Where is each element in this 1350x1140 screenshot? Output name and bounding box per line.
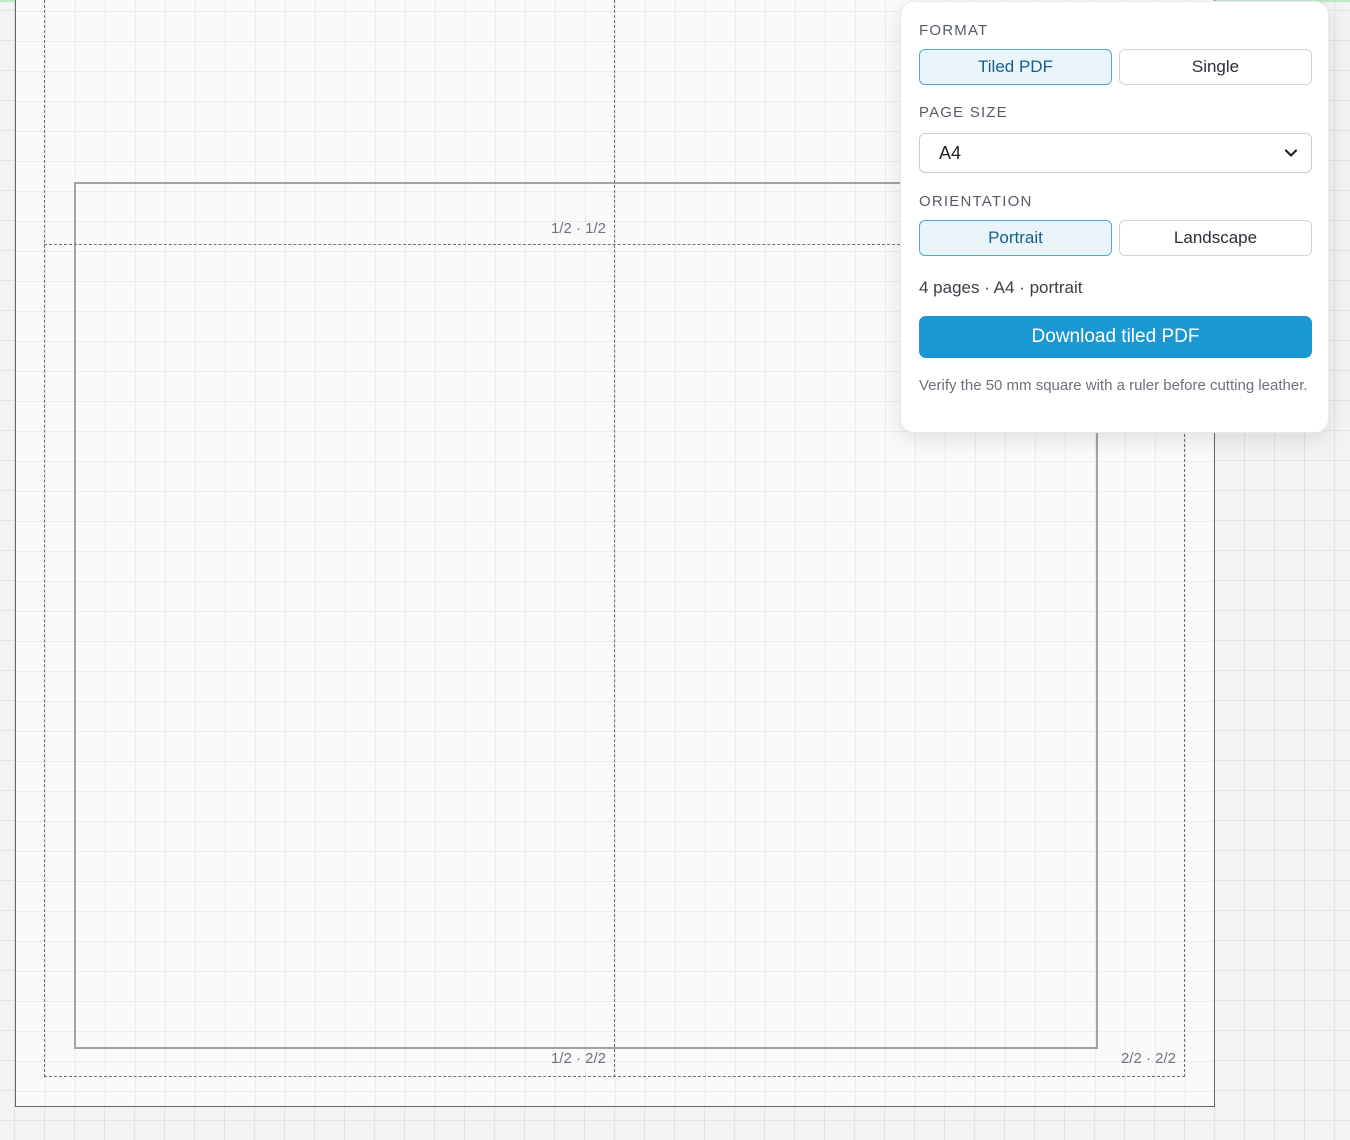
orientation-label: ORIENTATION bbox=[919, 193, 1033, 210]
chevron-down-icon bbox=[1283, 145, 1299, 161]
tile-cut-line-vertical-left bbox=[44, 0, 45, 1077]
ruler-verification-note: Verify the 50 mm square with a ruler bef… bbox=[919, 377, 1308, 394]
orientation-landscape-button[interactable]: Landscape bbox=[1119, 220, 1312, 256]
tile-cut-line-horizontal-top bbox=[44, 244, 900, 245]
tile-cut-line-horizontal-bottom bbox=[44, 1076, 1185, 1077]
page-size-select[interactable]: A4 bbox=[919, 133, 1312, 173]
format-tiled-pdf-button[interactable]: Tiled PDF bbox=[919, 49, 1112, 85]
export-summary: 4 pages · A4 · portrait bbox=[919, 278, 1083, 297]
export-panel: FORMAT Tiled PDF Single PAGE SIZE A4 ORI… bbox=[900, 1, 1329, 433]
tile-label: 1/2 · 1/2 bbox=[550, 220, 606, 237]
page-size-label: PAGE SIZE bbox=[919, 104, 1008, 121]
tile-label: 2/2 · 2/2 bbox=[1120, 1050, 1176, 1067]
format-single-button[interactable]: Single bbox=[1119, 49, 1312, 85]
page-size-value: A4 bbox=[939, 142, 962, 163]
tile-label: 1/2 · 2/2 bbox=[550, 1050, 606, 1067]
format-label: FORMAT bbox=[919, 22, 989, 39]
tile-cut-line-vertical-middle bbox=[614, 0, 615, 1077]
orientation-portrait-button[interactable]: Portrait bbox=[919, 220, 1112, 256]
download-tiled-pdf-button[interactable]: Download tiled PDF bbox=[919, 316, 1312, 358]
tile-cut-line-vertical-right bbox=[1184, 434, 1185, 1077]
